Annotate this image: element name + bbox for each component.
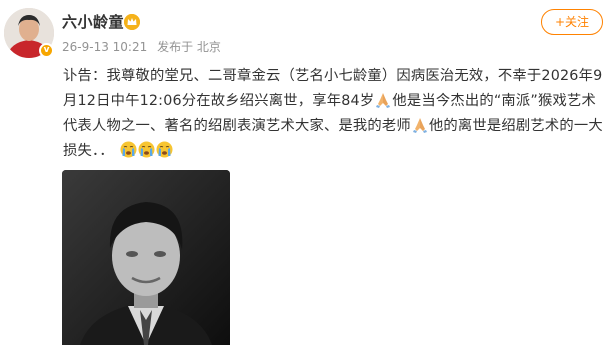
post-text: 讣告：我尊敬的堂兄、二哥章金云（艺名小七龄童）因病医治无效，不幸于2026年9月… (63, 64, 603, 164)
timestamp[interactable]: 26-9-13 10:21 (62, 40, 147, 54)
crying-face-icon (138, 141, 155, 158)
follow-button[interactable]: +关注 (541, 9, 603, 35)
post-source: 发布于 北京 (157, 40, 221, 54)
crying-face-icon (156, 141, 173, 158)
post-photo[interactable] (62, 170, 230, 345)
praying-hands-icon (412, 116, 428, 133)
post-meta: 26-9-13 10:21 发布于 北京 (62, 39, 227, 55)
praying-hands-icon (375, 91, 391, 108)
username[interactable]: 六小龄童 (62, 12, 124, 32)
crying-face-icon (120, 141, 137, 158)
verified-badge-icon: v (39, 43, 54, 58)
crown-icon (124, 14, 140, 30)
